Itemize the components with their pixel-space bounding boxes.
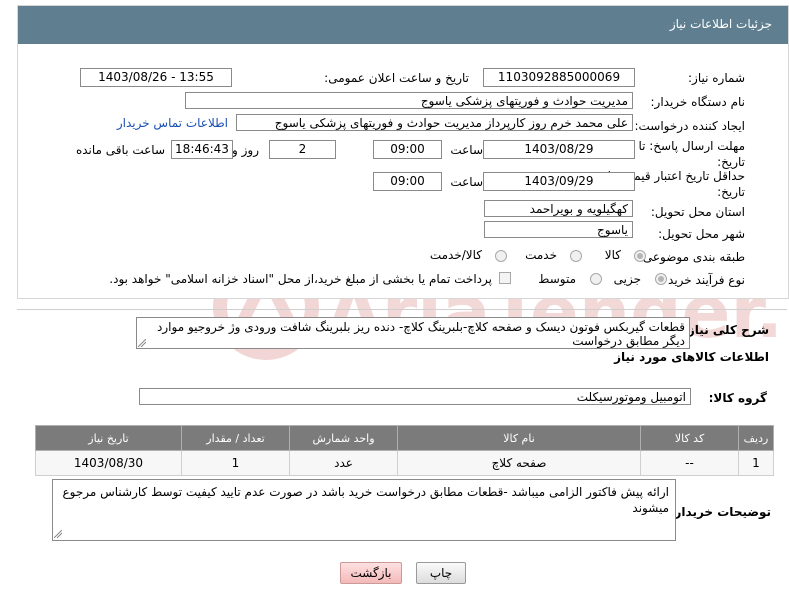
cell-item-name: صفحه کلاچ [397,450,641,476]
deadline-time-field[interactable]: 09:00 [373,140,442,159]
days-remaining-field[interactable]: 2 [269,140,336,159]
process-radio-minor[interactable] [655,273,667,285]
print-button[interactable]: چاپ [416,562,466,584]
table-row[interactable]: 1 -- صفحه کلاچ عدد 1 1403/08/30 [35,450,774,476]
remaining-time-field[interactable]: 18:46:43 [171,140,233,159]
cell-item-code: -- [640,450,739,476]
buyer-notes-textarea[interactable]: ارائه پیش فاکتور الزامی میباشد -قطعات مط… [52,479,676,541]
buyer-org-field[interactable]: مدیریت حوادث و فوریتهای پزشکی یاسوج [185,92,633,109]
goods-table: ردیف کد کالا نام کالا واحد شمارش تعداد /… [35,425,774,476]
process-radio-medium[interactable] [590,273,602,285]
cell-need-date: 1403/08/30 [35,450,182,476]
panel-title: جزئیات اطلاعات نیاز [669,17,772,31]
creator-field[interactable]: علی محمد خرم روز کارپرداز مدیریت حوادث و… [236,114,633,131]
validity-time-field[interactable]: 09:00 [373,172,442,191]
goods-group-label: گروه کالا: [708,391,767,405]
need-number-label: شماره نیاز: [688,71,745,85]
category-option-goods: کالا [604,248,621,262]
days-word: روز و [232,143,259,157]
process-label: نوع فرآیند خرید : [660,273,745,287]
announce-label: تاریخ و ساعت اعلان عمومی: [324,71,469,85]
category-option-service: خدمت [525,248,557,262]
validity-time-word: ساعت [450,175,483,189]
creator-label: ایجاد کننده درخواست: [634,119,745,133]
category-radio-service[interactable] [570,250,582,262]
city-field[interactable]: یاسوج [484,221,633,238]
col-unit: واحد شمارش [289,425,398,451]
col-quantity: تعداد / مقدار [181,425,290,451]
process-option-minor: جزیی [613,272,641,286]
need-number-field[interactable]: 1103092885000069 [483,68,635,87]
col-item-code: کد کالا [640,425,739,451]
resize-grip-icon[interactable] [138,339,146,347]
col-item-name: نام کالا [397,425,641,451]
province-label: استان محل تحویل: [650,205,745,219]
buyer-notes-label: توضیحات خریدار: [669,505,771,519]
category-radio-goods[interactable] [634,250,646,262]
description-textarea[interactable]: قطعات گیربکس فوتون دیسک و صفحه کلاچ-بلبر… [136,317,690,349]
deadline-label: مهلت ارسال پاسخ: تا تاریخ: [638,139,745,169]
treasury-payment-checkbox[interactable] [499,272,511,284]
deadline-date-field[interactable]: 1403/08/29 [483,140,635,159]
buyer-org-label: نام دستگاه خریدار: [650,95,746,109]
description-label: شرح کلی نیاز: [683,323,769,337]
deadline-time-word: ساعت [450,143,483,157]
category-label: طبقه بندی موضوعی: [638,250,745,264]
remaining-word: ساعت باقی مانده [75,143,165,157]
cell-quantity: 1 [181,450,290,476]
announce-datetime-field[interactable]: 1403/08/26 - 13:55 [80,68,232,87]
divider [17,309,787,310]
col-row-number: ردیف [738,425,774,451]
validity-date-field[interactable]: 1403/09/29 [483,172,635,191]
cell-unit: عدد [289,450,398,476]
panel-header: جزئیات اطلاعات نیاز [18,6,788,44]
resize-grip-icon[interactable] [54,530,62,538]
category-radio-both[interactable] [495,250,507,262]
province-field[interactable]: کهگیلویه و بویراحمد [484,200,633,217]
goods-section-title: اطلاعات کالاهای مورد نیاز [614,350,769,364]
cell-row-number: 1 [738,450,774,476]
process-option-medium: متوسط [538,272,576,286]
goods-table-header: ردیف کد کالا نام کالا واحد شمارش تعداد /… [35,425,774,451]
buyer-contact-link[interactable]: اطلاعات تماس خریدار [117,116,228,130]
goods-group-field[interactable]: اتومبیل وموتورسیکلت [139,388,691,405]
treasury-payment-note: پرداخت تمام یا بخشی از مبلغ خرید،از محل … [109,272,492,286]
city-label: شهر محل تحویل: [658,227,745,241]
back-button[interactable]: بازگشت [340,562,402,584]
col-need-date: تاریخ نیاز [35,425,182,451]
category-option-both: کالا/خدمت [429,248,482,262]
